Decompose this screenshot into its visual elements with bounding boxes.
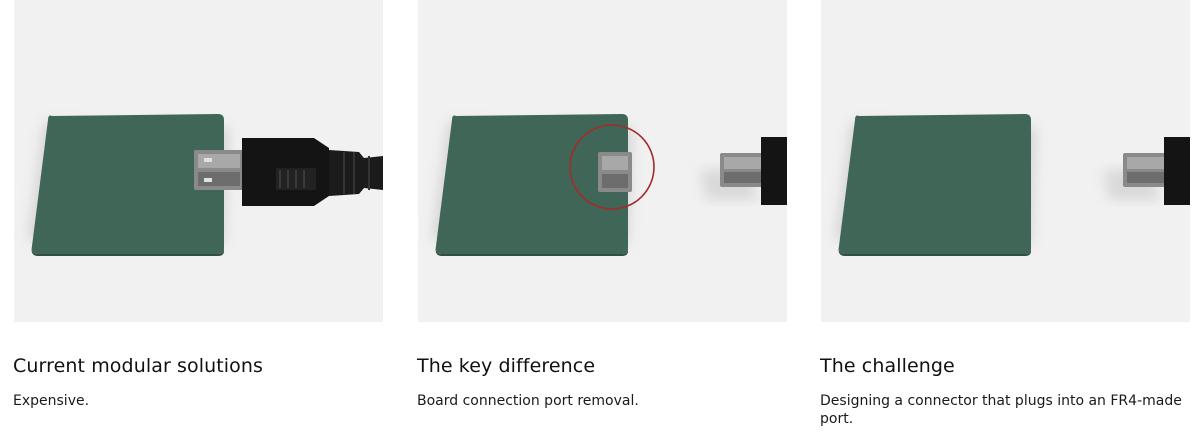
card-the-challenge: The challenge Designing a connector that…	[820, 0, 1190, 427]
card-title: The challenge	[820, 355, 955, 377]
board-with-usb-cable-illustration	[14, 0, 383, 322]
board-port-removal-illustration	[418, 0, 787, 322]
board-without-port-illustration	[821, 0, 1190, 322]
card-the-key-difference: The key difference Board connection port…	[417, 0, 787, 409]
card-title: The key difference	[417, 355, 596, 377]
cable-housing	[761, 137, 787, 205]
card-title: Current modular solutions	[13, 355, 264, 377]
card-current-modular-solutions: Current modular solutions Expensive.	[13, 0, 383, 409]
card-description: Board connection port removal.	[417, 393, 639, 409]
card-description: Designing a connector that plugs into an…	[820, 393, 1182, 427]
card-description: Expensive.	[13, 393, 90, 409]
cable-housing	[1164, 137, 1190, 205]
pcb-board	[838, 114, 1031, 254]
